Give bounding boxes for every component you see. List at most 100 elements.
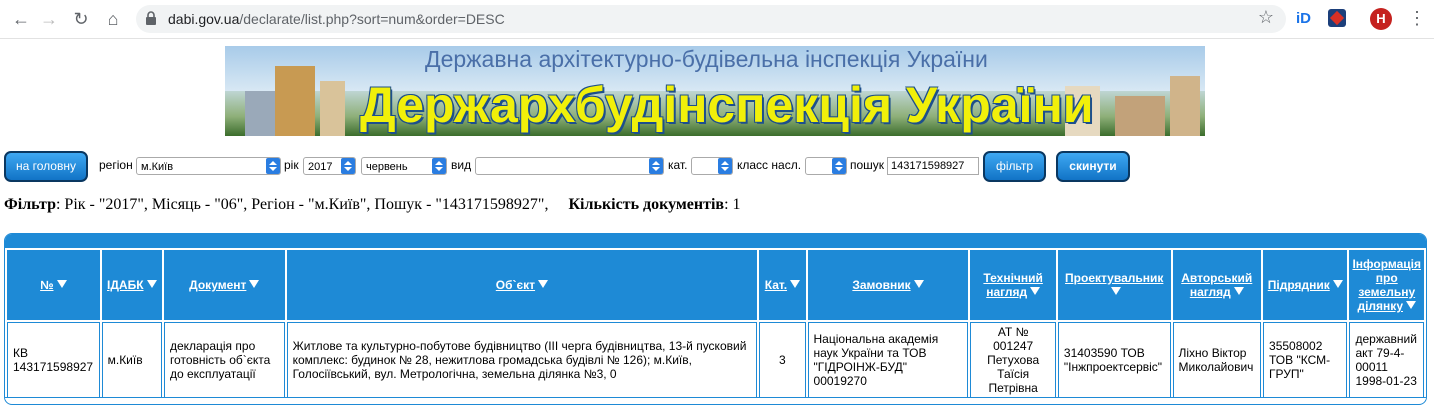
header-designer[interactable]: Проектувальник bbox=[1057, 250, 1171, 320]
year-label: рік bbox=[284, 158, 299, 172]
filter-button[interactable]: фільтр bbox=[983, 151, 1046, 182]
banner-building bbox=[275, 66, 315, 136]
home-icon[interactable]: ⌂ bbox=[102, 8, 124, 30]
chevron-updown-icon bbox=[832, 158, 846, 174]
search-label: пошук bbox=[850, 158, 885, 172]
table-bottom-bar bbox=[5, 397, 1426, 404]
home-button[interactable]: на головну bbox=[4, 151, 88, 182]
cell-idabk: м.Київ bbox=[101, 322, 162, 398]
sort-desc-icon bbox=[146, 280, 157, 288]
document-count-label: Кількість документів bbox=[568, 196, 725, 213]
year-select[interactable]: 2017 bbox=[303, 157, 356, 175]
cell-author-supervision: Ліхно Віктор Миколайович bbox=[1172, 322, 1262, 398]
sort-desc-icon bbox=[1110, 287, 1121, 295]
sort-link[interactable]: Замовник bbox=[852, 278, 910, 292]
url-host: dabi.gov.ua bbox=[168, 11, 240, 27]
class-select[interactable] bbox=[805, 157, 847, 175]
extension-icon[interactable] bbox=[1328, 9, 1346, 27]
header-category[interactable]: Кат. bbox=[759, 250, 806, 320]
header-tech-supervision[interactable]: Технічний нагляд bbox=[970, 250, 1056, 320]
banner-subtitle: Державна архітектурно-будівельна інспекц… bbox=[425, 46, 988, 72]
cell-document: декларація про готовність об`єкта до екс… bbox=[163, 322, 285, 398]
sort-link[interactable]: Кат. bbox=[765, 278, 787, 292]
bookmark-star-icon[interactable]: ☆ bbox=[1258, 7, 1274, 28]
sort-link[interactable]: Проектувальник bbox=[1065, 271, 1163, 285]
chevron-updown-icon bbox=[341, 158, 355, 174]
sort-link[interactable]: Об`єкт bbox=[496, 278, 535, 292]
header-customer[interactable]: Замовник bbox=[807, 250, 969, 320]
cell-contractor: 35508002 ТОВ "КСМ-ГРУП" bbox=[1263, 322, 1348, 398]
cell-tech-supervision: АТ № 001247 Петухова Таїсія Петрівна bbox=[970, 322, 1056, 398]
sort-desc-icon bbox=[56, 280, 67, 288]
results-table-container: № ІДАБК Документ Об`єкт Кат. Замовник Те… bbox=[4, 233, 1427, 405]
cell-object: Житлове та культурно-побутове будівництв… bbox=[286, 322, 758, 398]
back-icon[interactable]: ← bbox=[10, 8, 32, 30]
reset-button[interactable]: скинути bbox=[1056, 151, 1130, 182]
cell-designer: 31403590 ТОВ "Інжпроектсервіс" bbox=[1057, 322, 1171, 398]
search-input[interactable] bbox=[887, 157, 979, 175]
sort-desc-icon bbox=[249, 280, 260, 288]
chevron-updown-icon bbox=[432, 158, 446, 174]
class-label: класс насл. bbox=[737, 158, 802, 172]
header-number[interactable]: № bbox=[7, 250, 100, 320]
header-author-supervision[interactable]: Авторський нагляд bbox=[1172, 250, 1262, 320]
sort-link[interactable]: ІДАБК bbox=[107, 278, 144, 292]
chevron-updown-icon bbox=[649, 158, 663, 174]
filter-summary: Фільтр: Рік - "2017", Місяць - "06", Рег… bbox=[4, 196, 741, 214]
extension-id-icon[interactable]: iD bbox=[1296, 10, 1311, 27]
sort-desc-icon bbox=[1332, 280, 1343, 288]
chevron-updown-icon bbox=[266, 158, 280, 174]
reload-icon[interactable]: ↻ bbox=[70, 8, 92, 30]
sort-desc-icon bbox=[1030, 287, 1041, 295]
profile-avatar[interactable]: H bbox=[1370, 8, 1392, 30]
cell-customer: Національна академія наук України та ТОВ… bbox=[807, 322, 969, 398]
region-label: регіон bbox=[99, 158, 133, 172]
banner-building bbox=[320, 81, 345, 136]
sort-desc-icon bbox=[1233, 287, 1244, 295]
sort-desc-icon bbox=[538, 280, 549, 288]
sort-desc-icon bbox=[790, 280, 801, 288]
results-table: № ІДАБК Документ Об`єкт Кат. Замовник Те… bbox=[5, 248, 1426, 400]
banner-building bbox=[1115, 96, 1165, 136]
header-land-info[interactable]: Інформація про земельну ділянку bbox=[1349, 250, 1424, 320]
sort-link[interactable]: № bbox=[40, 278, 53, 292]
browser-menu-icon[interactable]: ⋮ bbox=[1408, 8, 1426, 29]
header-contractor[interactable]: Підрядник bbox=[1263, 250, 1348, 320]
sort-desc-icon bbox=[913, 280, 924, 288]
sort-desc-icon bbox=[1406, 301, 1416, 309]
url-text: dabi.gov.ua/declarate/list.php?sort=num&… bbox=[168, 11, 505, 27]
header-document[interactable]: Документ bbox=[163, 250, 285, 320]
banner-building bbox=[1170, 76, 1200, 136]
category-label: кат. bbox=[668, 158, 688, 172]
address-bar[interactable]: dabi.gov.ua/declarate/list.php?sort=num&… bbox=[136, 5, 1286, 33]
header-object[interactable]: Об`єкт bbox=[286, 250, 758, 320]
lock-icon bbox=[146, 11, 156, 25]
banner-building bbox=[245, 91, 275, 136]
sort-link[interactable]: Документ bbox=[189, 278, 246, 292]
filter-summary-label: Фільтр bbox=[4, 196, 56, 213]
cell-land-info: державний акт 79-4-00011 1998-01-23 bbox=[1349, 322, 1424, 398]
header-idabk[interactable]: ІДАБК bbox=[101, 250, 162, 320]
filter-summary-text: : Рік - "2017", Місяць - "06", Регіон - … bbox=[55, 196, 549, 213]
chevron-updown-icon bbox=[718, 158, 732, 174]
forward-icon[interactable]: → bbox=[38, 8, 60, 30]
table-row: КВ 143171598927 м.Київ декларація про го… bbox=[7, 322, 1424, 398]
region-select-value: м.Київ bbox=[141, 161, 174, 173]
table-header-row: № ІДАБК Документ Об`єкт Кат. Замовник Те… bbox=[7, 250, 1424, 320]
region-select[interactable]: м.Київ bbox=[136, 157, 281, 175]
category-select[interactable] bbox=[691, 157, 733, 175]
site-banner: Державна архітектурно-будівельна інспекц… bbox=[225, 46, 1205, 136]
year-select-value: 2017 bbox=[308, 161, 333, 173]
browser-toolbar: ← → ↻ ⌂ dabi.gov.ua/declarate/list.php?s… bbox=[0, 0, 1434, 39]
type-label: вид bbox=[451, 158, 472, 172]
type-select[interactable] bbox=[475, 157, 664, 175]
month-select-value: червень bbox=[366, 161, 408, 173]
sort-link[interactable]: Підрядник bbox=[1268, 278, 1330, 292]
url-path: /declarate/list.php?sort=num&order=DESC bbox=[239, 11, 505, 27]
cell-category: 3 bbox=[759, 322, 806, 398]
cell-number: КВ 143171598927 bbox=[7, 322, 100, 398]
month-select[interactable]: червень bbox=[361, 157, 447, 175]
document-count-value: : 1 bbox=[724, 196, 741, 213]
table-top-bar bbox=[5, 234, 1426, 248]
banner-title: Держархбудінспекція України bbox=[360, 77, 1094, 133]
